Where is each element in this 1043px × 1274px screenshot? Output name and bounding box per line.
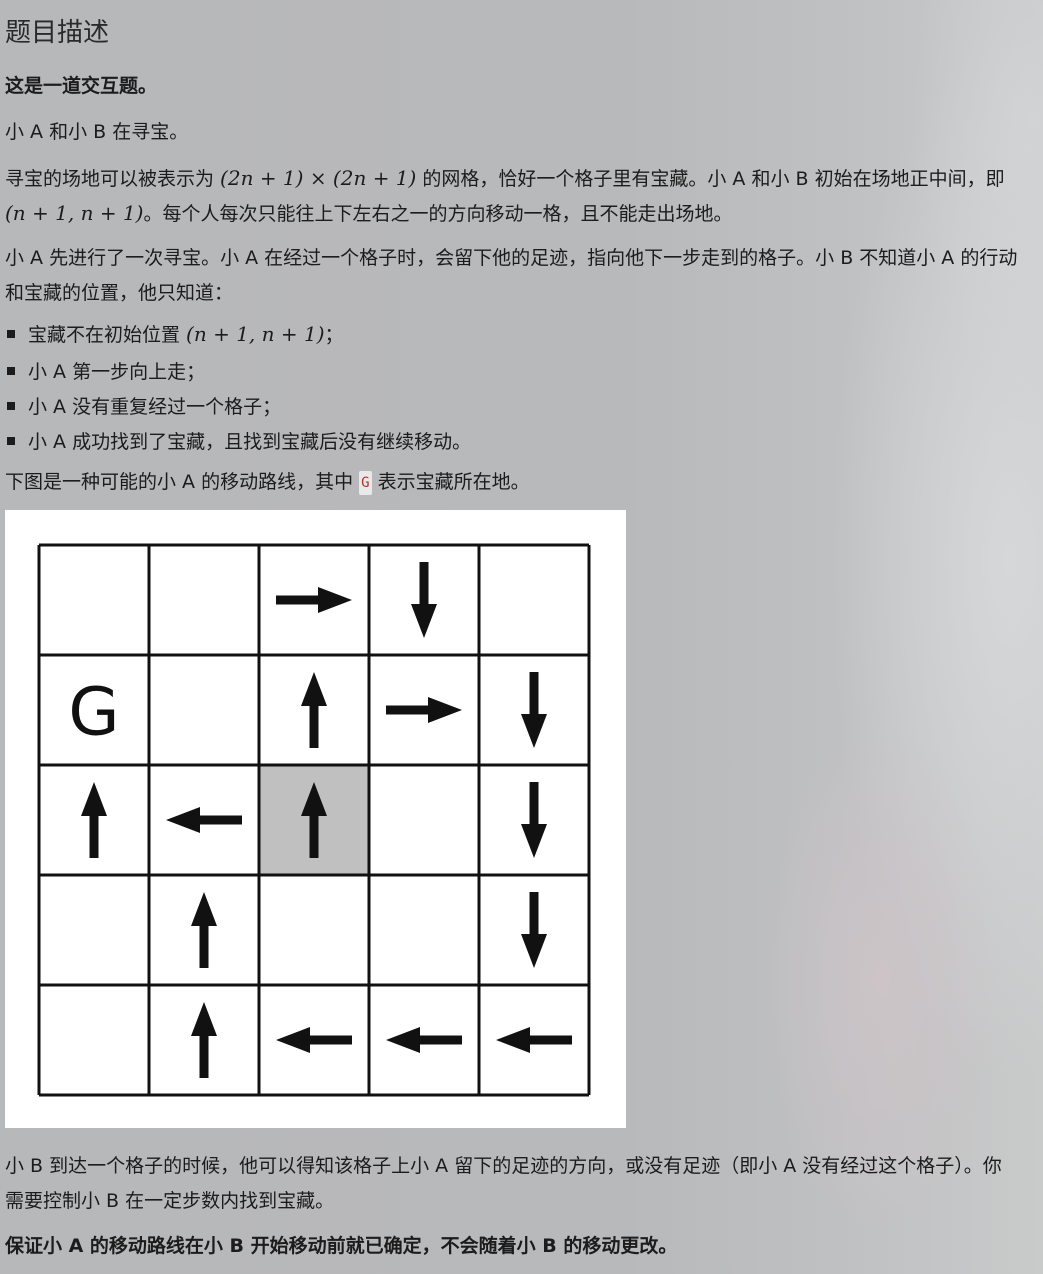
footprint-arrow-down-icon bbox=[521, 782, 547, 858]
guarantee-notice: 保证小 A 的移动路线在小 B 开始移动前就已确定，不会随着小 B 的移动更改。 bbox=[5, 1235, 678, 1257]
footprint-arrow-up-icon bbox=[81, 782, 107, 858]
text-span: 。每个人每次只能往上下左右之一的方向移动一格，且不能走出场地。 bbox=[143, 203, 733, 225]
footprint-arrow-down-icon bbox=[411, 562, 437, 638]
list-item: 小 A 第一步向上走； bbox=[5, 360, 205, 384]
footprint-arrow-up-icon bbox=[301, 672, 327, 748]
grid-description-line-2: (n + 1, n + 1)。每个人每次只能往上下左右之一的方向移动一格，且不能… bbox=[5, 201, 733, 226]
bullet-icon bbox=[7, 330, 15, 338]
footprint-arrow-up-icon bbox=[191, 892, 217, 968]
movement-paragraph-line-1: 小 B 到达一个格子的时候，他可以得知该格子上小 A 留下的足迹的方向，或没有足… bbox=[5, 1155, 1002, 1177]
bullet-icon bbox=[7, 402, 15, 410]
footprint-arrow-left-icon bbox=[386, 1027, 462, 1053]
inline-code: G bbox=[359, 471, 372, 495]
bullet-icon bbox=[7, 367, 15, 375]
text-span: 下图是一种可能的小 A 的移动路线，其中 bbox=[5, 471, 360, 493]
list-item: 宝藏不在初始位置 (n + 1, n + 1)； bbox=[5, 322, 344, 347]
path-diagram: G bbox=[5, 510, 626, 1128]
list-item: 小 A 没有重复经过一个格子； bbox=[5, 395, 281, 419]
list-item: 小 A 成功找到了宝藏，且找到宝藏后没有继续移动。 bbox=[5, 430, 471, 454]
section-title: 题目描述 bbox=[5, 18, 110, 48]
bullet-icon bbox=[7, 437, 15, 445]
math-start-position: (n + 1, n + 1) bbox=[5, 201, 144, 225]
grid-description-line-1: 寻宝的场地可以被表示为 (2n + 1) × (2n + 1) 的网格，恰好一个… bbox=[5, 166, 1005, 191]
math-start-position: (n + 1, n + 1) bbox=[186, 322, 325, 346]
text-span: 表示宝藏所在地。 bbox=[371, 471, 530, 493]
text-span: 宝藏不在初始位置 bbox=[28, 324, 187, 346]
movement-paragraph-line-2: 需要控制小 B 在一定步数内找到宝藏。 bbox=[5, 1190, 335, 1212]
intro-paragraph: 小 A 和小 B 在寻宝。 bbox=[5, 121, 189, 143]
text-span: 小 A 成功找到了宝藏，且找到宝藏后没有继续移动。 bbox=[28, 431, 472, 453]
figure-caption: 下图是一种可能的小 A 的移动路线，其中 G 表示宝藏所在地。 bbox=[5, 470, 530, 495]
math-grid-size: (2n + 1) × (2n + 1) bbox=[220, 166, 417, 190]
footprint-arrow-down-icon bbox=[521, 892, 547, 968]
footprint-arrow-down-icon bbox=[521, 672, 547, 748]
footprint-arrow-left-icon bbox=[276, 1027, 352, 1053]
text-span: 小 A 没有重复经过一个格子； bbox=[28, 396, 282, 418]
footprint-arrow-right-icon bbox=[276, 587, 352, 613]
rules-paragraph-line-2: 和宝藏的位置，他只知道： bbox=[5, 282, 234, 304]
text-span: 的网格，恰好一个格子里有宝藏。小 A 和小 B 初始在场地正中间，即 bbox=[416, 168, 1005, 190]
goal-label: G bbox=[68, 674, 119, 751]
grid-svg: G bbox=[37, 543, 591, 1097]
rules-paragraph-line-1: 小 A 先进行了一次寻宝。小 A 在经过一个格子时，会留下他的足迹，指向他下一步… bbox=[5, 247, 1018, 269]
footprint-arrow-left-icon bbox=[496, 1027, 572, 1053]
footprint-arrow-left-icon bbox=[166, 807, 242, 833]
text-span: ； bbox=[324, 324, 344, 346]
footprint-arrow-up-icon bbox=[191, 1002, 217, 1078]
text-span: 小 A 第一步向上走； bbox=[28, 361, 206, 383]
text-span: 寻宝的场地可以被表示为 bbox=[5, 168, 221, 190]
footprint-arrow-right-icon bbox=[386, 697, 462, 723]
interactive-notice: 这是一道交互题。 bbox=[5, 75, 158, 97]
